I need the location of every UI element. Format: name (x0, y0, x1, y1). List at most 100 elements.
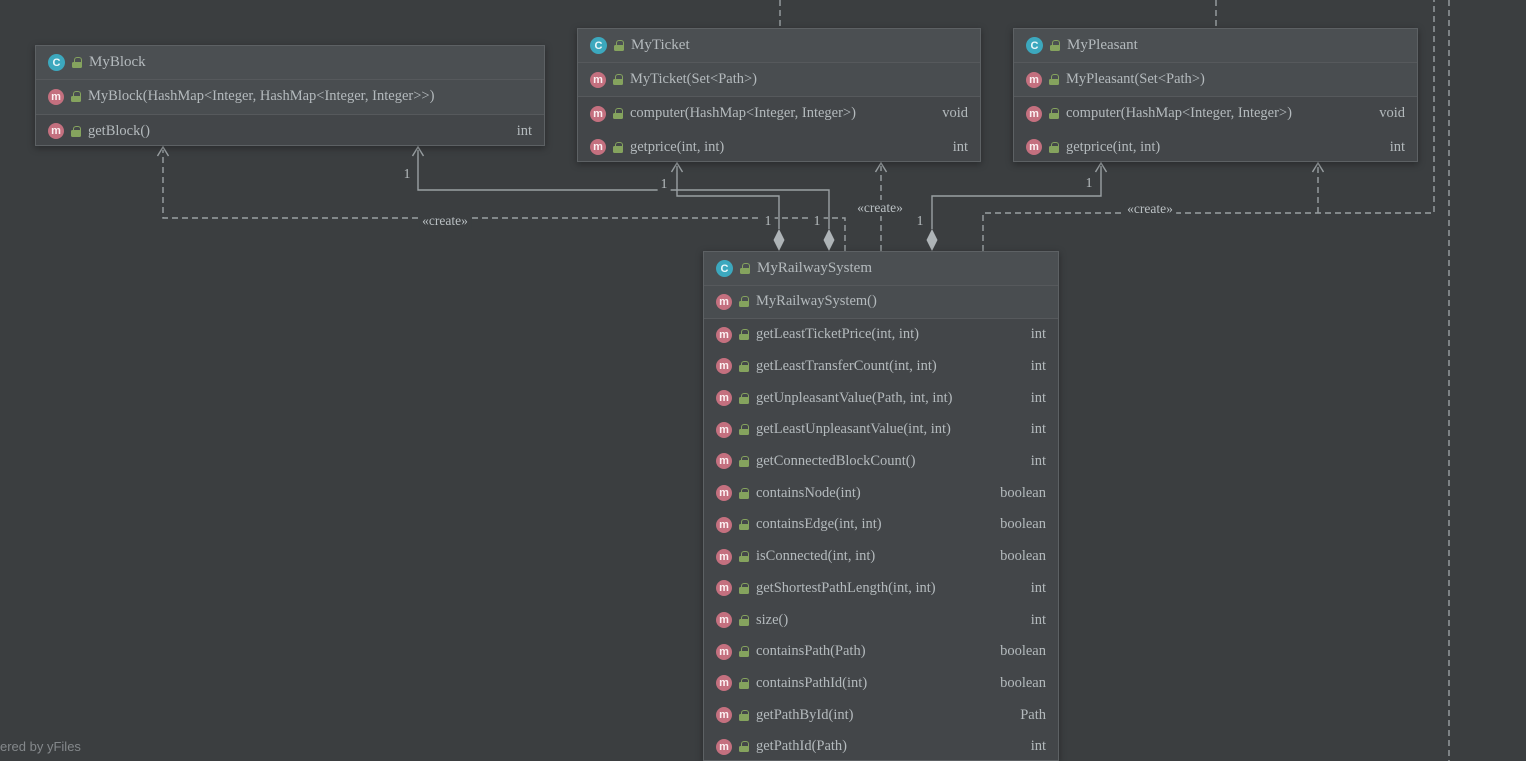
return-type: int (1030, 357, 1046, 374)
method-row[interactable]: m MyTicket(Set<Path>) (578, 63, 980, 96)
method-row[interactable]: m containsNode(int) boolean (704, 477, 1058, 509)
methods-section: m getLeastTicketPrice(int, int) int m getLea… (704, 319, 1058, 761)
method-signature: getConnectedBlockCount() (756, 452, 916, 469)
method-row[interactable]: m getLeastUnpleasantValue(int, int) int (704, 414, 1058, 446)
multiplicity-label: 1 (657, 176, 671, 192)
class-node-myticket[interactable]: C MyTicket m MyTicket(Set<Path>) m computer(H… (577, 28, 981, 162)
lock-icon (1049, 74, 1059, 86)
multiplicity-label: 1 (761, 213, 775, 229)
method-row[interactable]: m MyPleasant(Set<Path>) (1014, 63, 1417, 96)
method-signature: getShortestPathLength(int, int) (756, 579, 936, 596)
uml-diagram-canvas[interactable]: C MyBlock m MyBlock(HashMap<Integer, HashMa… (0, 0, 1526, 761)
lock-icon (739, 329, 749, 341)
method-row[interactable]: m computer(HashMap<Integer, Integer>) void (578, 97, 980, 130)
method-row[interactable]: m getBlock() int (36, 115, 544, 149)
edge-create-dependency-myblock[interactable] (162, 150, 846, 251)
method-signature: isConnected(int, int) (756, 548, 876, 565)
method-signature: getLeastUnpleasantValue(int, int) (756, 421, 951, 438)
lock-icon (71, 125, 81, 137)
method-signature: getBlock() (88, 122, 151, 139)
methods-section: m computer(HashMap<Integer, Integer>) void… (1014, 97, 1417, 164)
method-row[interactable]: m isConnected(int, int) boolean (704, 541, 1058, 573)
return-type: int (952, 138, 968, 155)
multiplicity-label: 1 (913, 213, 927, 229)
lock-icon (740, 263, 750, 274)
return-type: int (516, 122, 532, 139)
method-row[interactable]: m getPathById(int) Path (704, 699, 1058, 731)
return-type: boolean (1000, 484, 1046, 501)
method-icon: m (716, 675, 732, 692)
method-signature: containsPath(Path) (756, 643, 866, 660)
class-node-myblock[interactable]: C MyBlock m MyBlock(HashMap<Integer, HashMa… (35, 45, 545, 146)
return-type: int (1030, 611, 1046, 628)
method-icon: m (716, 612, 732, 629)
class-header-myblock[interactable]: C MyBlock (36, 46, 544, 80)
method-row[interactable]: m getLeastTransferCount(int, int) int (704, 350, 1058, 382)
return-type: Path (1020, 706, 1046, 723)
lock-icon (1049, 141, 1059, 153)
return-type: int (1030, 421, 1046, 438)
multiplicity-label: 1 (400, 166, 414, 182)
return-type: boolean (1000, 516, 1046, 533)
method-signature: getPathId(Path) (756, 738, 848, 755)
method-row[interactable]: m getConnectedBlockCount() int (704, 446, 1058, 478)
constructors-section: m MyBlock(HashMap<Integer, HashMap<Intege… (36, 80, 544, 115)
class-title: MyBlock (89, 54, 146, 70)
method-icon: m (716, 421, 732, 438)
class-node-myrailwaysystem[interactable]: C MyRailwaySystem m MyRailwaySystem() m getLe… (703, 251, 1059, 761)
constructors-section: m MyRailwaySystem() (704, 286, 1058, 319)
method-icon: m (590, 105, 606, 122)
method-row[interactable]: m getUnpleasantValue(Path, int, int) int (704, 382, 1058, 414)
class-header-myticket[interactable]: C MyTicket (578, 29, 980, 63)
return-type: void (942, 105, 968, 122)
method-row[interactable]: m MyRailwaySystem() (704, 286, 1058, 318)
method-row[interactable]: m getprice(int, int) int (578, 131, 980, 164)
methods-section: m computer(HashMap<Integer, Integer>) void… (578, 97, 980, 164)
method-signature: computer(HashMap<Integer, Integer>) (1066, 105, 1292, 122)
edge-aggregation-myrailwaysystem-mypleasant[interactable] (931, 166, 1102, 229)
class-header-mypleasant[interactable]: C MyPleasant (1014, 29, 1417, 63)
method-signature: MyTicket(Set<Path>) (630, 71, 757, 88)
method-row[interactable]: m containsPath(Path) boolean (704, 636, 1058, 668)
method-row[interactable]: m MyBlock(HashMap<Integer, HashMap<Intege… (36, 80, 544, 114)
class-node-mypleasant[interactable]: C MyPleasant m MyPleasant(Set<Path>) m comput… (1013, 28, 1418, 162)
create-stereotype-label: «create» (419, 213, 471, 229)
class-title: MyTicket (631, 37, 690, 53)
create-stereotype-label: «create» (1124, 201, 1176, 217)
method-icon: m (48, 123, 64, 140)
create-stereotype-label: «create» (854, 200, 906, 216)
constructors-section: m MyPleasant(Set<Path>) (1014, 63, 1417, 98)
method-icon: m (716, 580, 732, 597)
aggregation-diamond-icon (823, 229, 835, 251)
method-row[interactable]: m containsEdge(int, int) boolean (704, 509, 1058, 541)
method-icon: m (716, 707, 732, 724)
lock-icon (739, 741, 749, 753)
method-signature: getprice(int, int) (1066, 138, 1161, 155)
method-row[interactable]: m getPathId(Path) int (704, 731, 1058, 761)
lock-icon (739, 677, 749, 689)
method-row[interactable]: m getprice(int, int) int (1014, 131, 1417, 164)
class-title: MyRailwaySystem (757, 260, 872, 276)
method-icon: m (716, 485, 732, 502)
return-type: int (1030, 579, 1046, 596)
method-icon: m (1026, 105, 1042, 122)
method-icon: m (716, 643, 732, 660)
lock-icon (739, 296, 749, 308)
method-icon: m (590, 139, 606, 156)
method-icon: m (716, 738, 732, 755)
method-row[interactable]: m getShortestPathLength(int, int) int (704, 572, 1058, 604)
class-header-myrailwaysystem[interactable]: C MyRailwaySystem (704, 252, 1058, 286)
return-type: int (1030, 738, 1046, 755)
method-icon: m (716, 390, 732, 407)
lock-icon (739, 709, 749, 721)
method-row[interactable]: m computer(HashMap<Integer, Integer>) void (1014, 97, 1417, 130)
multiplicity-label: 1 (1082, 175, 1096, 191)
method-row[interactable]: m size() int (704, 604, 1058, 636)
method-row[interactable]: m containsPathId(int) boolean (704, 668, 1058, 700)
return-type: int (1030, 326, 1046, 343)
method-row[interactable]: m getLeastTicketPrice(int, int) int (704, 319, 1058, 351)
return-type: int (1030, 389, 1046, 406)
return-type: boolean (1000, 643, 1046, 660)
return-type: boolean (1000, 674, 1046, 691)
class-icon: C (590, 37, 607, 54)
